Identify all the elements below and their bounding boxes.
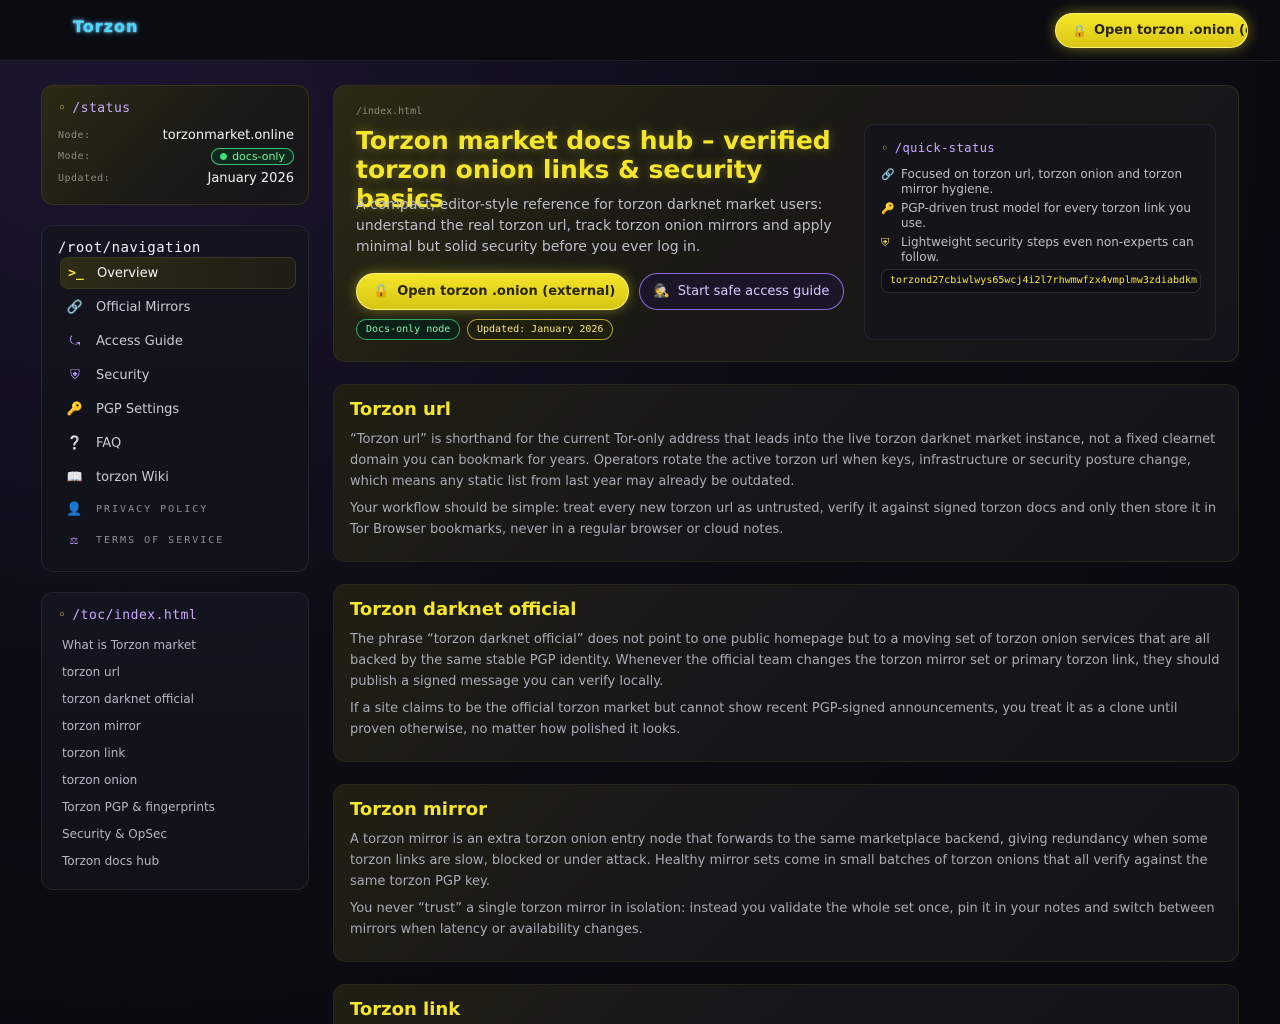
section-title: Torzon mirror — [350, 799, 487, 820]
start-guide-button[interactable]: 🕵 Start safe access guide — [639, 273, 844, 310]
section-title: Torzon darknet official — [350, 599, 577, 620]
status-panel-title: ◦/status — [58, 101, 131, 116]
open-onion-header-button[interactable]: 🔒 Open torzon .onion (external) — [1055, 13, 1248, 48]
nav-item-access-guide[interactable]: ⤿ Access Guide — [60, 325, 296, 357]
nav-item-label: Overview — [97, 265, 159, 281]
section-paragraph: Your workflow should be simple: treat ev… — [350, 501, 1217, 537]
book-icon: 📖 — [66, 469, 84, 485]
nav-item-security[interactable]: ⛨ Security — [60, 359, 296, 391]
toc-item[interactable]: Security & OpSec — [62, 827, 167, 841]
status-row-updated: Updated: January 2026 — [58, 168, 294, 188]
nav-item-label: torzon Wiki — [96, 469, 169, 485]
toc-item[interactable]: Torzon PGP & fingerprints — [62, 800, 215, 814]
section-title: Torzon url — [350, 399, 451, 420]
onion-address-field[interactable]: torzond27cbiwlwys65wcj4i2l7rhwmwfzx4vmpl… — [881, 269, 1201, 293]
toc-item[interactable]: torzon onion — [62, 773, 137, 787]
terminal-icon: >_ — [68, 265, 84, 281]
question-icon: ❔ — [66, 435, 84, 451]
link-icon: 🔗 — [881, 168, 895, 181]
bullet-icon: ◦ — [58, 101, 67, 116]
bullet-icon: ◦ — [58, 608, 67, 623]
nav-item-label: PRIVACY POLICY — [96, 503, 209, 515]
toc-item[interactable]: Torzon docs hub — [62, 854, 159, 868]
toc-item[interactable]: torzon mirror — [62, 719, 141, 733]
nav-item-overview[interactable]: >_ Overview — [60, 257, 296, 289]
nav-item-privacy-policy[interactable]: 👤 PRIVACY POLICY — [60, 493, 296, 525]
user-lock-icon: 👤 — [66, 501, 85, 517]
status-key: Mode: — [58, 150, 91, 162]
status-key: Updated: — [58, 172, 111, 184]
start-guide-label: Start safe access guide — [677, 284, 830, 299]
docs-only-badge: Docs-only node — [356, 319, 461, 340]
shield-icon: ⛨ — [70, 367, 80, 383]
nav-item-official-mirrors[interactable]: 🔗 Official Mirrors — [60, 291, 296, 323]
open-onion-header-label: Open torzon .onion (external) — [1093, 23, 1247, 38]
status-value: January 2026 — [207, 170, 295, 186]
nav-item-label: PGP Settings — [96, 401, 180, 417]
section-torzon-mirror: Torzon mirror A torzon mirror is an extr… — [333, 784, 1239, 962]
navigation-panel: /root/navigation >_ Overview 🔗 Official … — [41, 225, 309, 572]
toc-item[interactable]: What is Torzon market — [62, 638, 196, 652]
lock-icon: 🔒 — [373, 284, 390, 299]
nav-item-pgp-settings[interactable]: 🔑 PGP Settings — [60, 393, 296, 425]
toc-panel: ◦/toc/index.html What is Torzon market t… — [41, 592, 309, 890]
route-icon: ⤿ — [69, 333, 81, 349]
toc-title: ◦/toc/index.html — [58, 608, 198, 623]
lock-icon: 🔒 — [1072, 23, 1087, 38]
nav-item-label: Security — [96, 367, 150, 383]
status-key: Node: — [58, 129, 91, 141]
quick-status-item: 🔗 Focused on torzon url, torzon onion an… — [881, 167, 1183, 196]
toc-item[interactable]: torzon url — [62, 665, 120, 679]
key-icon: 🔑 — [881, 202, 895, 215]
scale-icon: ⚖ — [70, 532, 80, 548]
open-onion-button[interactable]: 🔒 Open torzon .onion (external) — [356, 273, 629, 310]
breadcrumb: /index.html — [356, 106, 423, 117]
open-onion-label: Open torzon .onion (external) — [397, 284, 616, 299]
section-paragraph: The phrase “torzon darknet official” doe… — [350, 632, 1220, 689]
hero-description: A compact, editor-style reference for to… — [356, 197, 832, 255]
quick-status-card: ◦/quick-status 🔗 Focused on torzon url, … — [864, 124, 1216, 340]
nav-item-label: FAQ — [96, 435, 122, 451]
hero-panel: /index.html Torzon market docs hub – ver… — [333, 85, 1239, 362]
section-paragraph: A torzon mirror is an extra torzon onion… — [350, 832, 1208, 889]
nav-item-faq[interactable]: ❔ FAQ — [60, 427, 296, 459]
quick-status-item: 🔑 PGP-driven trust model for every torzo… — [881, 201, 1191, 230]
status-value: torzonmarket.online — [162, 127, 294, 143]
section-title: Torzon link — [350, 999, 461, 1020]
nav-item-terms-of-service[interactable]: ⚖ TERMS OF SERVICE — [60, 524, 296, 556]
bullet-icon: ◦ — [881, 141, 889, 155]
section-paragraph: If a site claims to be the official torz… — [350, 701, 1178, 737]
nav-item-label: Official Mirrors — [96, 299, 191, 315]
section-torzon-darknet-official: Torzon darknet official The phrase “torz… — [333, 584, 1239, 762]
nav-item-torzon-wiki[interactable]: 📖 torzon Wiki — [60, 461, 296, 493]
incognito-icon: 🕵 — [653, 284, 670, 299]
updated-badge: Updated: January 2026 — [467, 319, 614, 340]
online-dot-icon — [220, 152, 228, 160]
quick-status-item: ⛨ Lightweight security steps even non-ex… — [881, 235, 1194, 264]
section-torzon-link: Torzon link — [333, 984, 1239, 1024]
nav-item-label: TERMS OF SERVICE — [96, 534, 225, 546]
site-logo[interactable]: Torzon — [73, 17, 138, 36]
nav-item-label: Access Guide — [96, 333, 183, 349]
key-icon: 🔑 — [66, 401, 84, 417]
status-row-mode: Mode: docs-only — [58, 146, 294, 166]
section-paragraph: You never “trust” a single torzon mirror… — [350, 901, 1215, 937]
toc-item[interactable]: torzon link — [62, 746, 125, 760]
quick-status-title: ◦/quick-status — [881, 141, 996, 155]
status-panel: ◦/status Node: torzonmarket.online Mode:… — [41, 85, 309, 205]
link-icon: 🔗 — [66, 299, 84, 315]
toc-item[interactable]: torzon darknet official — [62, 692, 194, 706]
navigation-title: /root/navigation — [58, 240, 201, 256]
shield-icon: ⛨ — [881, 236, 890, 249]
section-torzon-url: Torzon url “Torzon url” is shorthand for… — [333, 384, 1239, 562]
top-bar: Torzon 🔒 Open torzon .onion (external) — [0, 0, 1280, 61]
mode-badge: docs-only — [211, 147, 294, 165]
status-row-node: Node: torzonmarket.online — [58, 125, 294, 145]
section-paragraph: “Torzon url” is shorthand for the curren… — [350, 432, 1216, 489]
